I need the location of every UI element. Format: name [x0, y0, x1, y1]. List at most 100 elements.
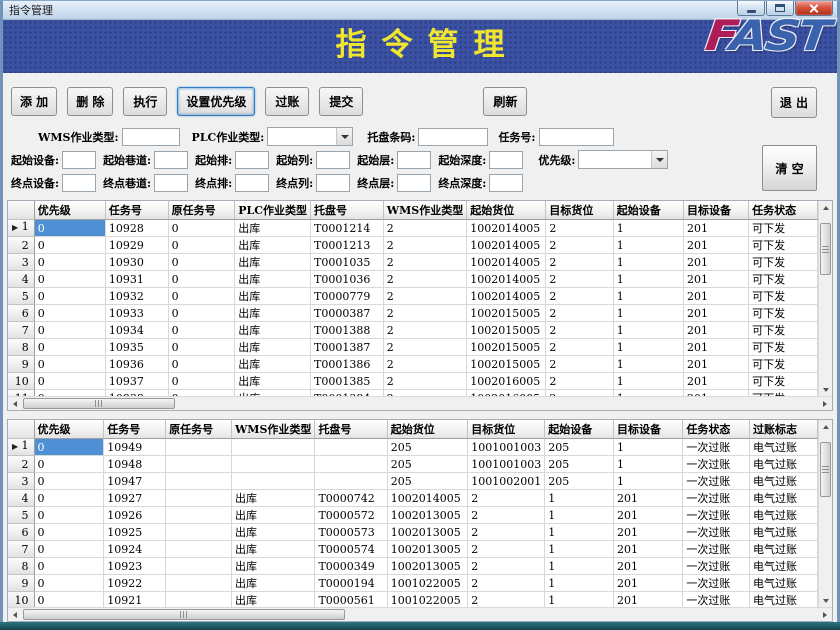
set-priority-button[interactable]: 设置优先级: [177, 87, 255, 116]
grid-cell[interactable]: 1: [614, 237, 684, 254]
grid-cell[interactable]: 0: [35, 507, 105, 524]
row-header[interactable]: 2: [8, 456, 35, 473]
row-header[interactable]: 7: [8, 322, 35, 339]
refresh-button[interactable]: 刷新: [483, 87, 527, 116]
grid-cell[interactable]: 0: [35, 356, 106, 373]
grid-cell[interactable]: [166, 575, 232, 592]
grid-cell[interactable]: 10934: [106, 322, 169, 339]
grid-cell[interactable]: 电气过账: [750, 473, 818, 490]
grid-cell[interactable]: 1002015005: [467, 339, 546, 356]
grid-cell[interactable]: 电气过账: [750, 592, 818, 608]
grid-cell[interactable]: 0: [35, 322, 106, 339]
grid-cell[interactable]: 出库: [235, 288, 311, 305]
grid-cell[interactable]: 1: [614, 322, 684, 339]
column-header[interactable]: PLC作业类型: [235, 201, 311, 220]
grid-cell[interactable]: 10927: [104, 490, 166, 507]
grid-cell[interactable]: T0000574: [315, 541, 387, 558]
grid-cell[interactable]: 电气过账: [750, 490, 818, 507]
grid-cell[interactable]: 0: [169, 254, 236, 271]
grid-cell[interactable]: 201: [684, 271, 749, 288]
scroll-left-button[interactable]: [8, 608, 22, 622]
vertical-scrollbar[interactable]: [818, 420, 832, 608]
grid-cell[interactable]: [166, 592, 232, 608]
grid-cell[interactable]: [166, 558, 232, 575]
grid-cell[interactable]: [315, 473, 387, 490]
grid-cell[interactable]: 1002013005: [388, 541, 469, 558]
grid-cell[interactable]: 出库: [235, 254, 311, 271]
grid-cell[interactable]: 电气过账: [750, 524, 818, 541]
end-depth-input[interactable]: [489, 174, 523, 192]
start-depth-input[interactable]: [489, 151, 523, 169]
grid-cell[interactable]: T0001388: [311, 322, 384, 339]
grid-cell[interactable]: 2: [546, 288, 613, 305]
grid-cell[interactable]: 1001001003: [468, 456, 545, 473]
grid-cell[interactable]: 10936: [106, 356, 169, 373]
column-header[interactable]: 目标设备: [684, 201, 749, 220]
select-all-corner[interactable]: [8, 201, 35, 220]
grid-cell[interactable]: 10929: [106, 237, 169, 254]
start-row-input[interactable]: [235, 151, 269, 169]
grid-cell[interactable]: 出库: [235, 339, 311, 356]
grid-cell[interactable]: 10947: [104, 473, 166, 490]
grid-cell[interactable]: 0: [169, 339, 236, 356]
column-header[interactable]: 过账标志: [750, 420, 818, 439]
grid-cell[interactable]: 10930: [106, 254, 169, 271]
grid-cell[interactable]: 10928: [106, 220, 169, 237]
grid-cell[interactable]: 一次过账: [683, 524, 750, 541]
grid-cell[interactable]: 可下发: [749, 305, 818, 322]
grid-cell[interactable]: 出库: [235, 322, 311, 339]
grid-cell[interactable]: T0001387: [311, 339, 384, 356]
grid-cell[interactable]: 2: [468, 507, 545, 524]
grid-cell[interactable]: 2: [384, 339, 467, 356]
grid-cell[interactable]: 201: [614, 541, 683, 558]
grid-cell[interactable]: 201: [684, 339, 749, 356]
grid-cell[interactable]: 1002014005: [467, 237, 546, 254]
row-header[interactable]: 5: [8, 507, 35, 524]
grid-cell[interactable]: 0: [35, 254, 106, 271]
grid-cell[interactable]: 1: [545, 575, 614, 592]
scroll-right-button[interactable]: [818, 608, 832, 622]
grid-cell[interactable]: 1: [614, 356, 684, 373]
column-header[interactable]: 托盘号: [315, 420, 387, 439]
column-header[interactable]: 托盘号: [311, 201, 384, 220]
grid-cell[interactable]: 0: [35, 288, 106, 305]
grid-cell[interactable]: [166, 490, 232, 507]
grid-cell[interactable]: T0001035: [311, 254, 384, 271]
grid-cell[interactable]: 201: [614, 524, 683, 541]
grid-cell[interactable]: 一次过账: [683, 456, 750, 473]
grid-cell[interactable]: T0001036: [311, 271, 384, 288]
grid-cell[interactable]: 1001002001: [468, 473, 545, 490]
grid-cell[interactable]: 205: [545, 456, 614, 473]
grid-cell[interactable]: 电气过账: [750, 439, 818, 456]
grid-cell[interactable]: 一次过账: [683, 558, 750, 575]
grid-cell[interactable]: 1002013005: [388, 524, 469, 541]
grid-cell[interactable]: 2: [384, 220, 467, 237]
grid-cell[interactable]: T0000387: [311, 305, 384, 322]
start-col-input[interactable]: [316, 151, 350, 169]
grid-cell[interactable]: [166, 439, 232, 456]
grid-cell[interactable]: 201: [684, 254, 749, 271]
scroll-down-button[interactable]: [819, 594, 833, 608]
grid-cell[interactable]: 1002015005: [467, 305, 546, 322]
grid-cell[interactable]: 1: [614, 439, 683, 456]
grid-cell[interactable]: 201: [614, 558, 683, 575]
start-aisle-input[interactable]: [154, 151, 188, 169]
grid-cell[interactable]: 2: [384, 271, 467, 288]
grid-cell[interactable]: T0000572: [315, 507, 387, 524]
end-col-input[interactable]: [316, 174, 350, 192]
grid-cell[interactable]: 10937: [106, 373, 169, 390]
grid-cell[interactable]: 一次过账: [683, 592, 750, 608]
vertical-scroll-thumb[interactable]: [820, 442, 831, 497]
grid-cell[interactable]: 0: [35, 575, 105, 592]
column-header[interactable]: 起始设备: [614, 201, 684, 220]
column-header[interactable]: 起始货位: [467, 201, 546, 220]
grid-cell[interactable]: 1: [614, 254, 684, 271]
grid-cell[interactable]: T0000573: [315, 524, 387, 541]
column-header[interactable]: WMS作业类型: [384, 201, 467, 220]
horizontal-scrollbar[interactable]: [8, 607, 832, 621]
column-header[interactable]: 原任务号: [169, 201, 236, 220]
grid-cell[interactable]: 出库: [232, 541, 315, 558]
grid-cell[interactable]: 205: [545, 439, 614, 456]
grid-cell[interactable]: 0: [169, 220, 236, 237]
grid-cell[interactable]: 1002014005: [467, 288, 546, 305]
